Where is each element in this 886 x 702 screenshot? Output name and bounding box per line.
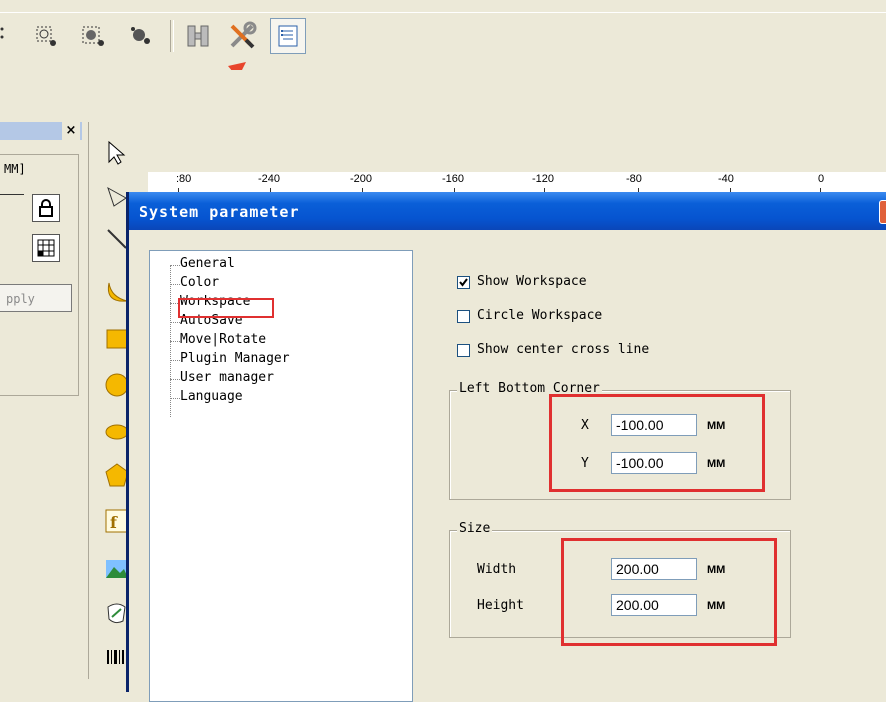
dialog-title: System parameter — [139, 203, 300, 221]
show-workspace-label: Show Workspace — [477, 274, 587, 289]
circle-workspace-checkbox[interactable] — [457, 310, 470, 323]
size-title: Size — [457, 521, 493, 536]
system-parameter-dialog: System parameter General Color Workspace… — [126, 192, 886, 702]
main-toolbar — [0, 0, 886, 70]
tree-item-move-rotate[interactable]: Move|Rotate — [180, 332, 266, 347]
workspace-highlight — [178, 298, 274, 318]
ruler-tick: -120 — [532, 173, 555, 185]
lock-button[interactable] — [32, 194, 60, 222]
select-points-icon[interactable] — [28, 18, 64, 54]
dialog-titlebar[interactable]: System parameter — [129, 192, 886, 230]
panel-unit-label: MM] — [4, 162, 26, 176]
ruler-tick: -200 — [350, 173, 373, 185]
toolbar-band — [0, 70, 886, 122]
tree-item-user-manager[interactable]: User manager — [180, 370, 274, 385]
panel-close-button[interactable]: × — [62, 122, 80, 140]
canvas-top-frame — [148, 122, 886, 173]
close-icon[interactable] — [879, 200, 886, 224]
nodes-filled-icon[interactable] — [122, 18, 158, 54]
property-panel: × MM] pply — [0, 122, 86, 679]
tree-item-general[interactable]: General — [180, 256, 235, 271]
ruler-tick: -160 — [442, 173, 465, 185]
lock-icon — [39, 199, 53, 217]
arrow-pointer-icon[interactable] — [97, 136, 137, 170]
tree-item-plugin-manager[interactable]: Plugin Manager — [180, 351, 290, 366]
nodes-icon[interactable] — [74, 18, 110, 54]
show-workspace-checkbox[interactable] — [457, 276, 470, 289]
parameter-list-icon[interactable] — [270, 18, 306, 54]
show-center-cross-checkbox[interactable] — [457, 344, 470, 357]
svg-text:f: f — [110, 513, 118, 532]
panel-field-stub — [0, 194, 24, 195]
h-icon[interactable] — [180, 18, 216, 54]
circle-workspace-label: Circle Workspace — [477, 308, 603, 323]
panel-group — [0, 154, 79, 396]
size-highlight — [561, 538, 777, 646]
category-tree: General Color Workspace AutoSave Move|Ro… — [149, 250, 413, 702]
ruler-tick: -240 — [258, 173, 281, 185]
wrench-screwdriver-icon[interactable] — [224, 18, 260, 54]
grid-icon — [37, 239, 55, 257]
show-center-cross-label: Show center cross line — [477, 342, 650, 357]
apply-button[interactable]: pply — [0, 284, 72, 312]
grid-button[interactable] — [32, 234, 60, 262]
width-label: Width — [477, 562, 517, 577]
tree-item-color[interactable]: Color — [180, 275, 219, 290]
toolbar-grip — [0, 18, 10, 54]
ruler-tick: 0 — [818, 173, 825, 185]
ruler-tick: :80 — [176, 173, 192, 185]
tree-item-language[interactable]: Language — [180, 389, 243, 404]
corner-highlight — [549, 394, 765, 492]
ruler-tick: -40 — [718, 173, 734, 185]
ruler-tick: -80 — [626, 173, 642, 185]
height-label: Height — [477, 598, 524, 613]
